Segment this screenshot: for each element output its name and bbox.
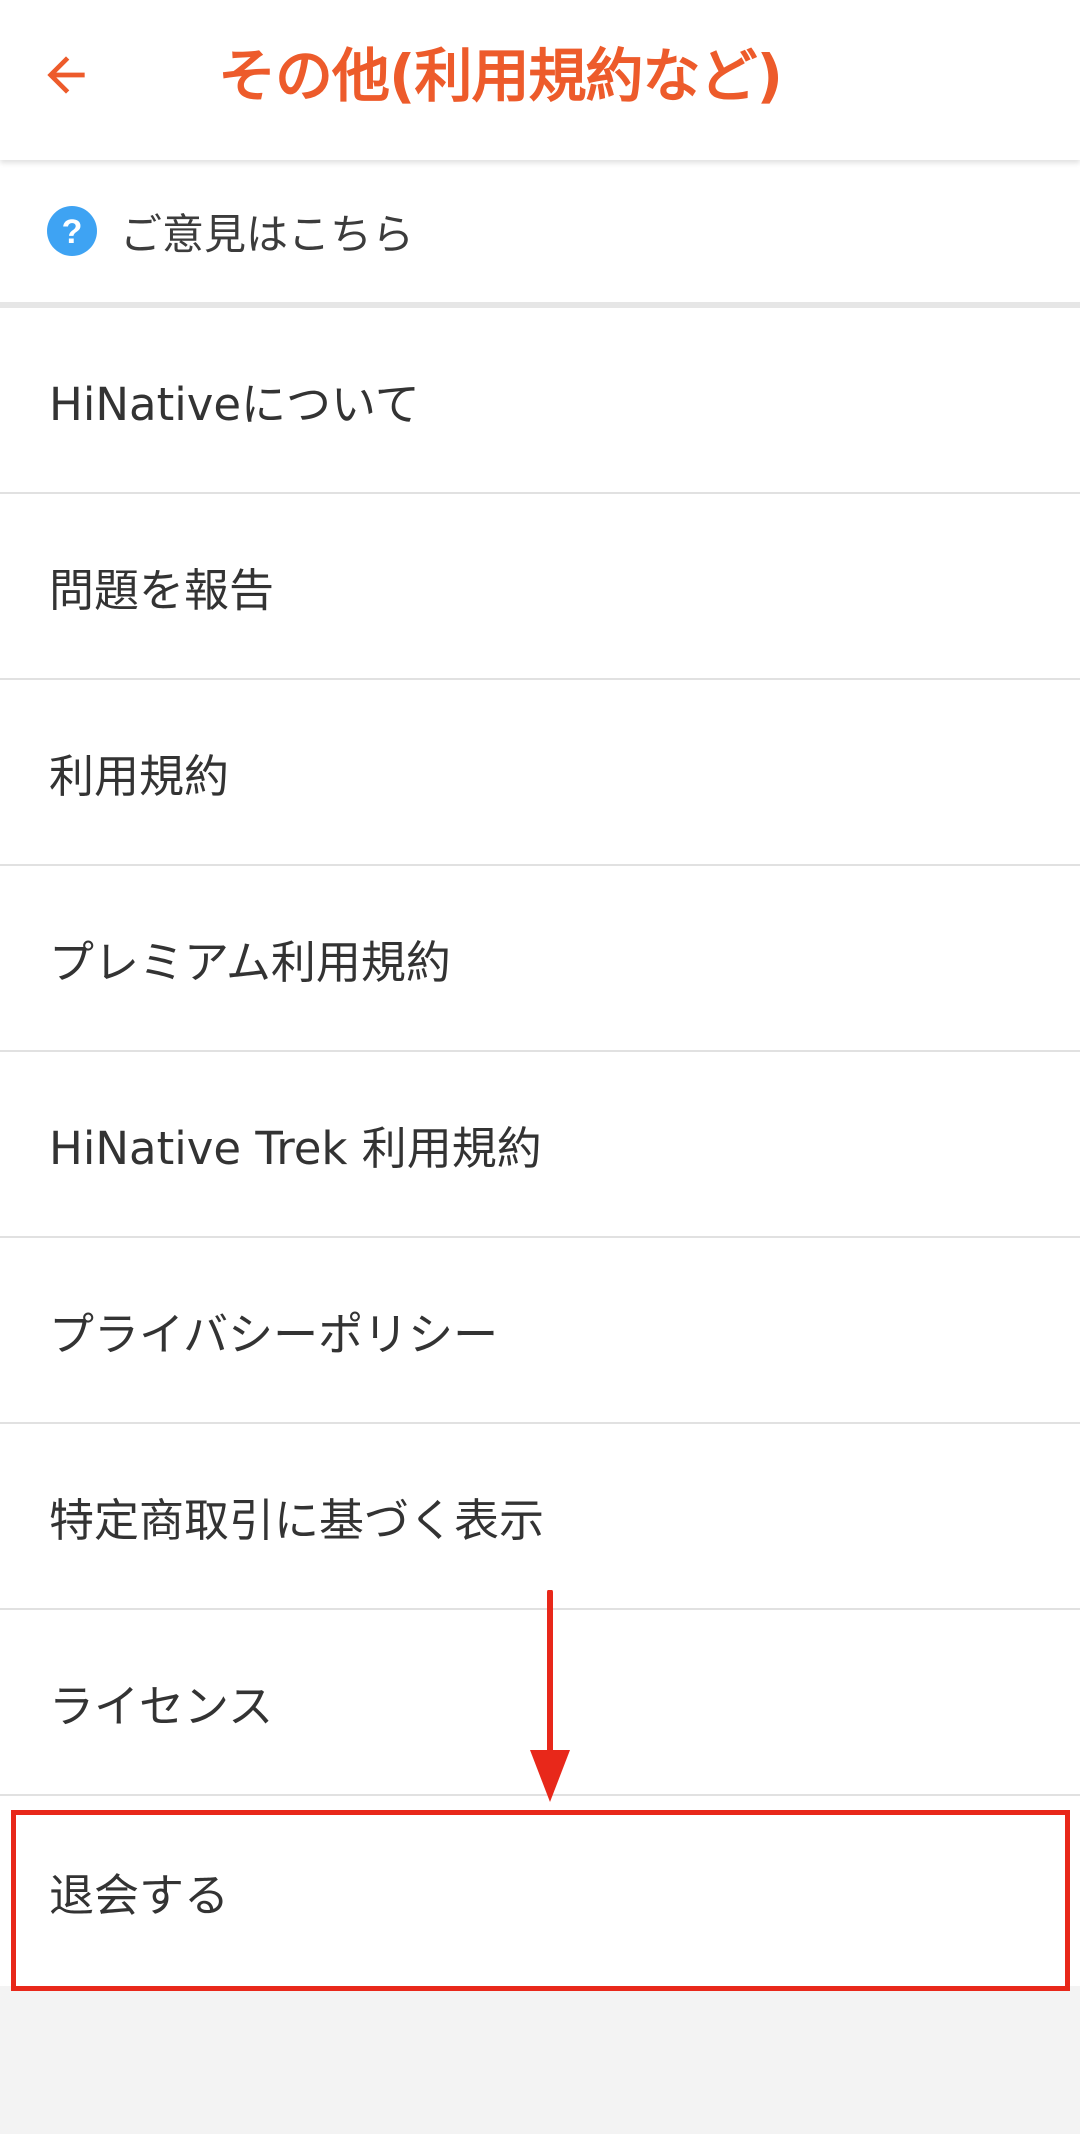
menu-item-label: 退会する [49, 1868, 230, 1922]
page-title: その他(利用規約など) [218, 42, 783, 110]
menu-item-label: 問題を報告 [49, 563, 275, 617]
menu-item-about[interactable]: HiNativeについて [0, 308, 1080, 494]
feedback-label: ご意見はこちら [120, 209, 415, 259]
menu-item-label: HiNativeについて [49, 377, 420, 431]
menu-item-terms[interactable]: 利用規約 [0, 680, 1080, 866]
feedback-row[interactable]: ? ご意見はこちら [0, 160, 1080, 302]
menu-item-premium-terms[interactable]: プレミアム利用規約 [0, 866, 1080, 1052]
menu-item-withdraw[interactable]: 退会する [0, 1796, 1080, 1986]
menu-item-label: 特定商取引に基づく表示 [49, 1493, 545, 1547]
menu-item-label: HiNative Trek 利用規約 [49, 1121, 542, 1175]
help-circle-icon: ? [47, 206, 97, 256]
menu-item-trek-terms[interactable]: HiNative Trek 利用規約 [0, 1052, 1080, 1238]
menu-item-label: プレミアム利用規約 [49, 935, 451, 989]
empty-background [0, 1992, 1080, 2134]
app-bar: その他(利用規約など) [0, 0, 1080, 160]
menu-item-label: 利用規約 [49, 749, 230, 803]
menu-item-label: プライバシーポリシー [49, 1307, 499, 1361]
menu-item-commercial-transactions[interactable]: 特定商取引に基づく表示 [0, 1424, 1080, 1610]
menu-item-privacy-policy[interactable]: プライバシーポリシー [0, 1238, 1080, 1424]
arrow-down-icon [530, 1590, 570, 1802]
back-button[interactable] [38, 38, 128, 112]
menu-item-label: ライセンス [49, 1679, 274, 1733]
svg-text:?: ? [62, 213, 83, 251]
arrow-back-icon [47, 56, 85, 94]
menu-item-report-problem[interactable]: 問題を報告 [0, 494, 1080, 680]
